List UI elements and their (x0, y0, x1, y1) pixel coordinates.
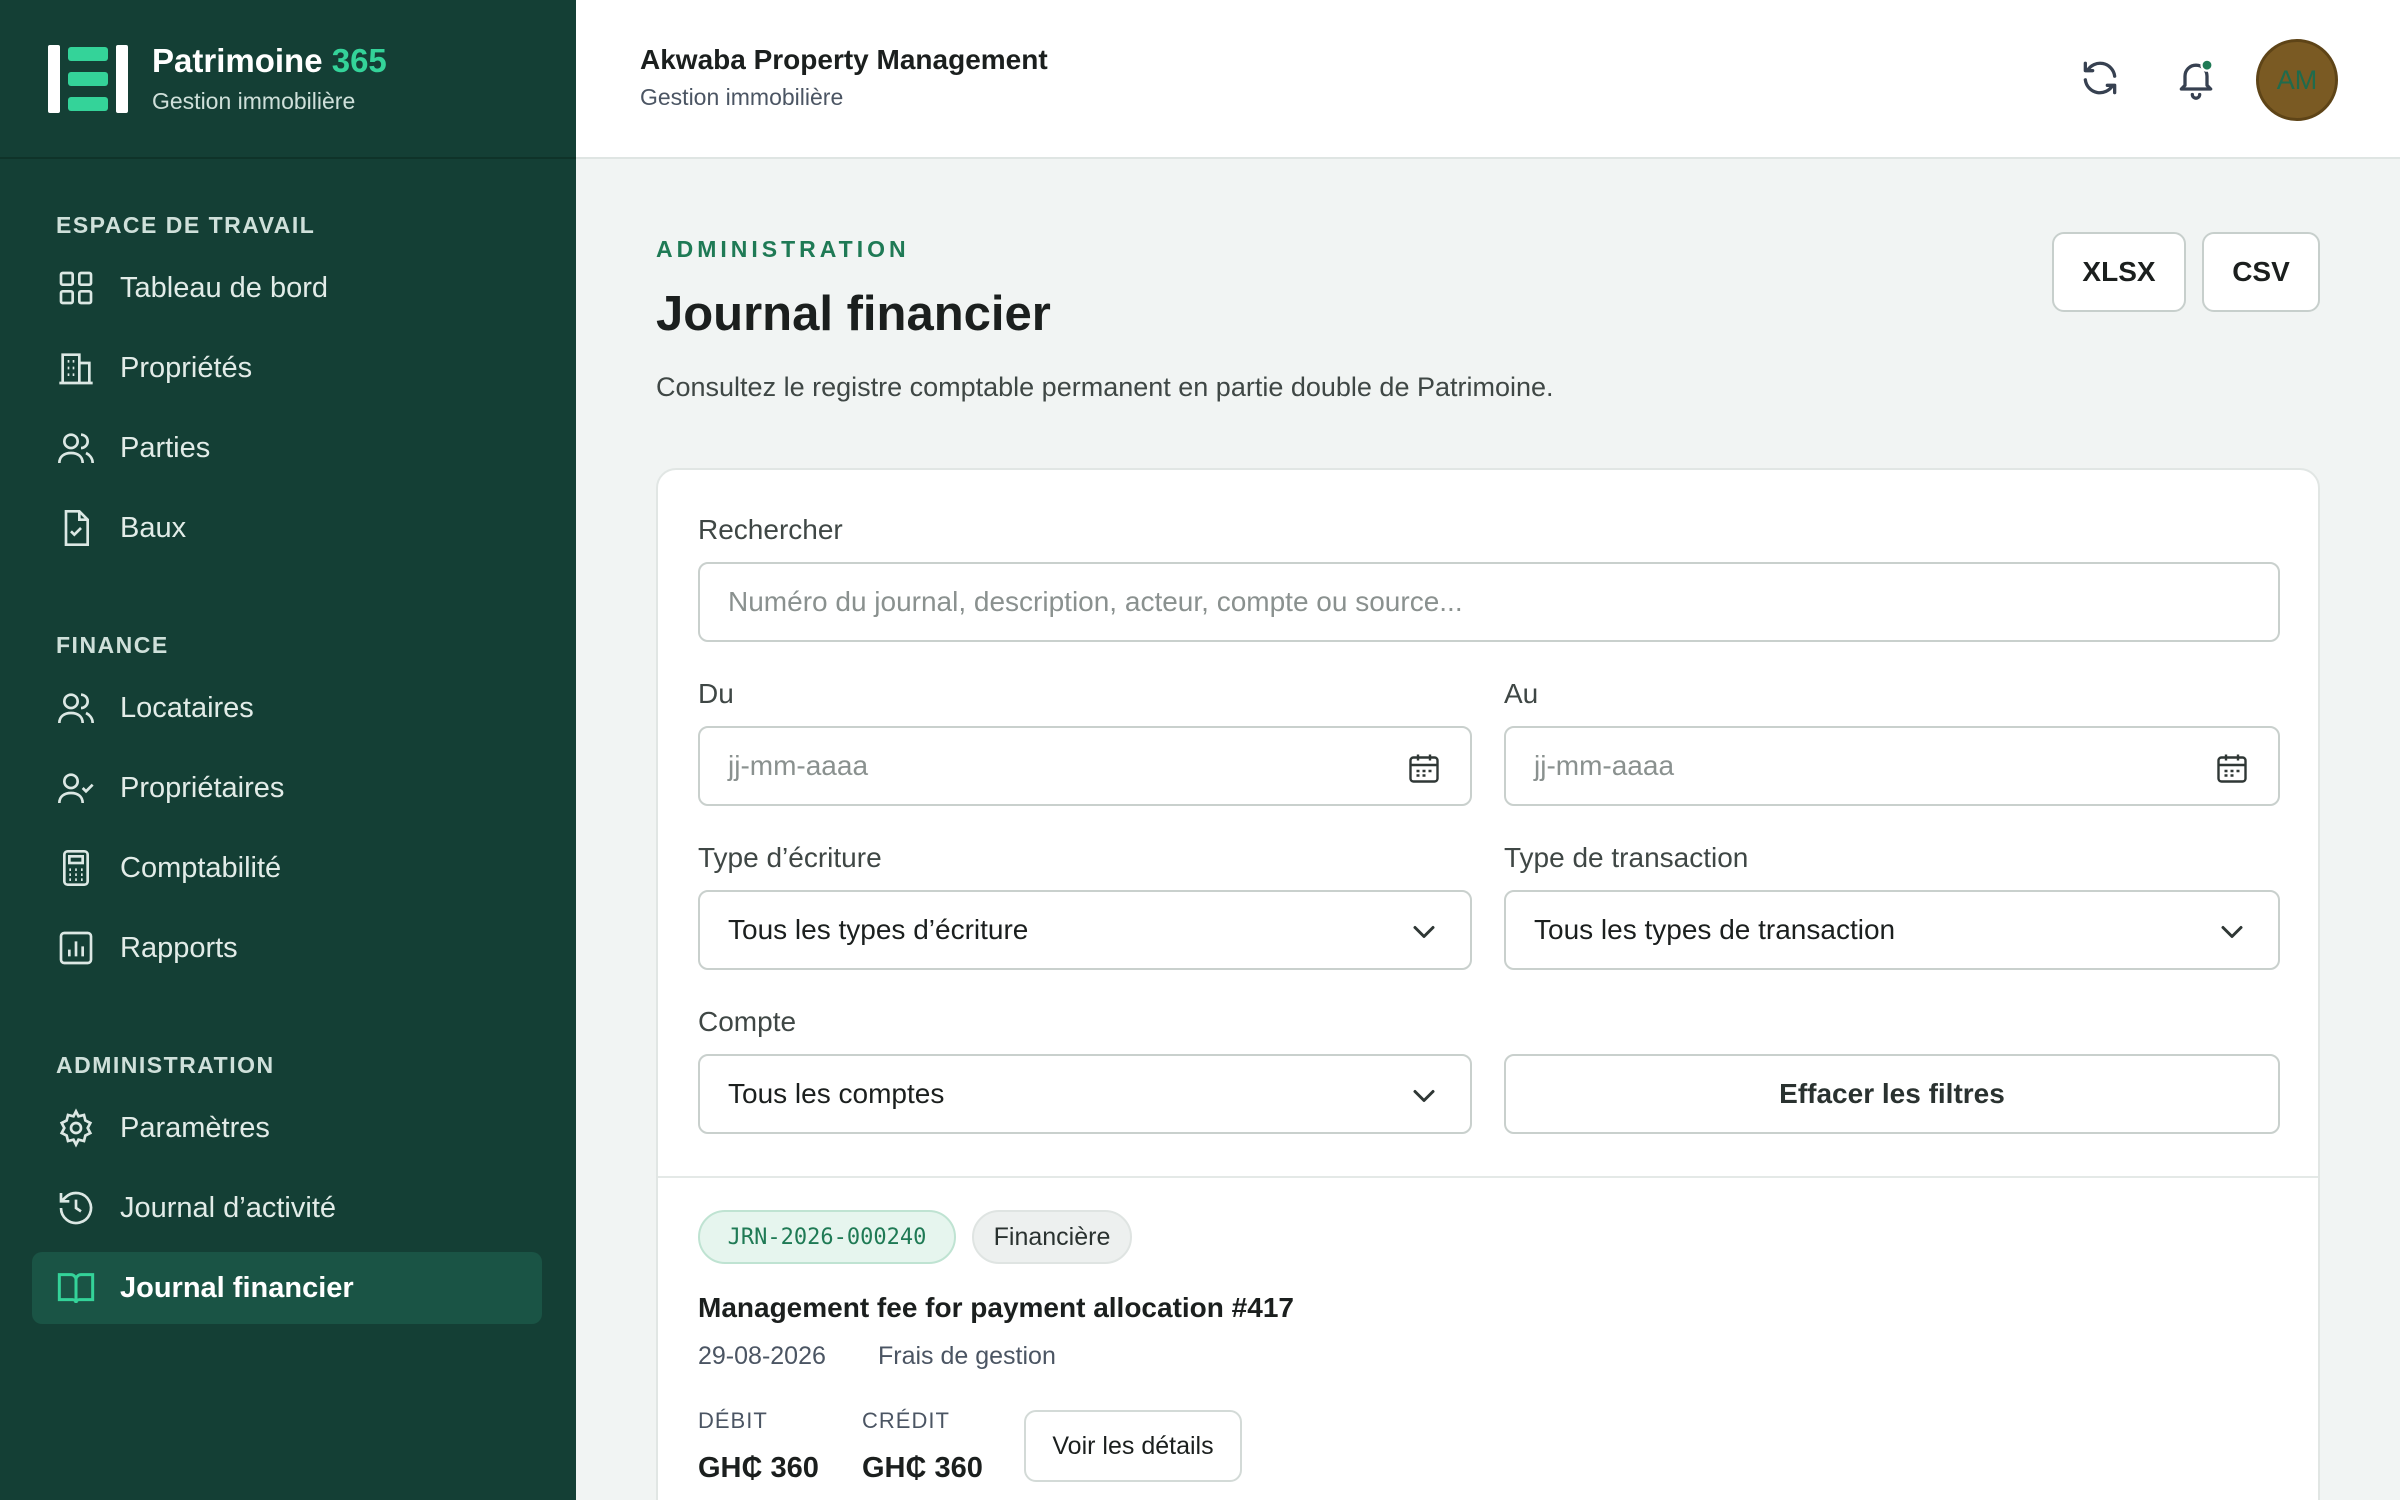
sidebar-item-label: Tableau de bord (120, 271, 328, 304)
page-title: Journal financier (656, 287, 1051, 341)
logo-icon (48, 44, 128, 113)
entry-type-badge: Financière (972, 1210, 1132, 1264)
users-icon (58, 693, 94, 724)
lease-document-icon (64, 510, 89, 546)
sidebar-item-parties[interactable]: Parties (32, 412, 542, 484)
account-value: Tous les comptes (728, 1078, 945, 1109)
sidebar-item-label: Parties (120, 431, 211, 464)
organization-name: Akwaba Property Management (640, 44, 1048, 75)
debit-amount: GH₵ 360 (698, 1452, 819, 1484)
debit-label: DÉBIT (698, 1408, 768, 1433)
from-date-input[interactable]: jj-mm-aaaa (698, 726, 1472, 806)
entry-type-label: Type d’écriture (698, 842, 882, 873)
sidebar-item-accounting[interactable]: Comptabilité (32, 832, 542, 904)
export-xlsx-button[interactable]: XLSX (2052, 232, 2186, 312)
entry-category: Frais de gestion (878, 1342, 1056, 1370)
from-date-placeholder: jj-mm-aaaa (728, 750, 869, 781)
entry-type-value: Tous les types d’écriture (728, 914, 1029, 945)
sidebar-item-settings[interactable]: Paramètres (32, 1092, 542, 1164)
calendar-icon[interactable] (2214, 750, 2250, 786)
from-date-label: Du (698, 678, 734, 709)
credit-label: CRÉDIT (862, 1408, 950, 1433)
gear-icon (59, 1108, 93, 1148)
building-icon (59, 353, 93, 385)
search-label: Rechercher (698, 514, 843, 545)
calculator-icon (63, 850, 89, 886)
dashboard-icon (59, 271, 93, 305)
brand-name: Patrimoine 365 (152, 42, 387, 79)
report-chart-icon (59, 931, 93, 965)
to-date-placeholder: jj-mm-aaaa (1534, 750, 1675, 781)
section-title-admin: ADMINISTRATION (56, 1052, 275, 1078)
to-date-label: Au (1504, 678, 1539, 709)
sidebar-item-label: Propriétaires (120, 771, 285, 804)
transaction-type-select[interactable]: Tous les types de transaction (1504, 890, 2280, 970)
sidebar-item-financial-journal[interactable]: Journal financier (32, 1252, 542, 1324)
refresh-icon[interactable] (2078, 56, 2122, 100)
sidebar-item-label: Journal d’activité (120, 1191, 336, 1224)
page-eyebrow: ADMINISTRATION (656, 236, 910, 262)
search-input[interactable]: Numéro du journal, description, acteur, … (698, 562, 2280, 642)
sidebar-item-label: Paramètres (120, 1111, 270, 1144)
history-icon (59, 1191, 93, 1225)
organization-subtitle: Gestion immobilière (640, 84, 844, 110)
book-icon (57, 1273, 95, 1304)
section-title-workspace: ESPACE DE TRAVAIL (56, 212, 316, 238)
sidebar-item-label: Locataires (120, 691, 254, 724)
section-title-finance: FINANCE (56, 632, 169, 658)
sidebar-item-activity-log[interactable]: Journal d’activité (32, 1172, 542, 1244)
user-avatar[interactable]: AM (2256, 39, 2338, 121)
credit-amount: GH₵ 360 (862, 1452, 983, 1484)
transaction-type-label: Type de transaction (1504, 842, 1749, 873)
sidebar: Patrimoine 365 Gestion immobilière ESPAC… (0, 0, 576, 1500)
export-csv-button[interactable]: CSV (2202, 232, 2320, 312)
entry-title: Management fee for payment allocation #4… (698, 1292, 1294, 1323)
brand-subtitle: Gestion immobilière (152, 88, 356, 114)
sidebar-item-owners[interactable]: Propriétaires (32, 752, 542, 824)
users-icon (58, 433, 94, 464)
sidebar-item-properties[interactable]: Propriétés (32, 332, 542, 404)
chevron-down-icon (1413, 1090, 1435, 1102)
sidebar-item-tenants[interactable]: Locataires (32, 672, 542, 744)
journal-number-badge: JRN-2026-000240 (698, 1210, 956, 1264)
divider (658, 1176, 2318, 1178)
sidebar-item-label: Rapports (120, 931, 238, 964)
sidebar-item-label: Baux (120, 511, 187, 544)
account-label: Compte (698, 1006, 797, 1037)
user-check-icon (58, 773, 94, 804)
sidebar-item-label: Propriétés (120, 351, 253, 384)
to-date-input[interactable]: jj-mm-aaaa (1504, 726, 2280, 806)
entry-date: 29-08-2026 (698, 1342, 826, 1370)
sidebar-item-reports[interactable]: Rapports (32, 912, 542, 984)
chevron-down-icon (1413, 926, 1435, 938)
chevron-down-icon (2221, 926, 2243, 938)
page-description: Consultez le registre comptable permanen… (656, 372, 1554, 402)
bell-icon[interactable] (2174, 56, 2218, 100)
view-details-button[interactable]: Voir les détails (1024, 1410, 1242, 1482)
journal-card: Rechercher Numéro du journal, descriptio… (656, 468, 2320, 1500)
clear-filters-button[interactable]: Effacer les filtres (1504, 1054, 2280, 1134)
entry-type-select[interactable]: Tous les types d’écriture (698, 890, 1472, 970)
top-header: Akwaba Property Management Gestion immob… (576, 0, 2400, 159)
transaction-type-value: Tous les types de transaction (1534, 914, 1896, 945)
sidebar-item-leases[interactable]: Baux (32, 492, 542, 564)
account-select[interactable]: Tous les comptes (698, 1054, 1472, 1134)
calendar-icon[interactable] (1406, 750, 1442, 786)
sidebar-item-dashboard[interactable]: Tableau de bord (32, 252, 542, 324)
search-placeholder: Numéro du journal, description, acteur, … (728, 586, 1463, 617)
sidebar-item-label: Comptabilité (120, 851, 282, 884)
brand[interactable]: Patrimoine 365 Gestion immobilière (0, 0, 576, 159)
sidebar-item-label: Journal financier (120, 1271, 354, 1304)
